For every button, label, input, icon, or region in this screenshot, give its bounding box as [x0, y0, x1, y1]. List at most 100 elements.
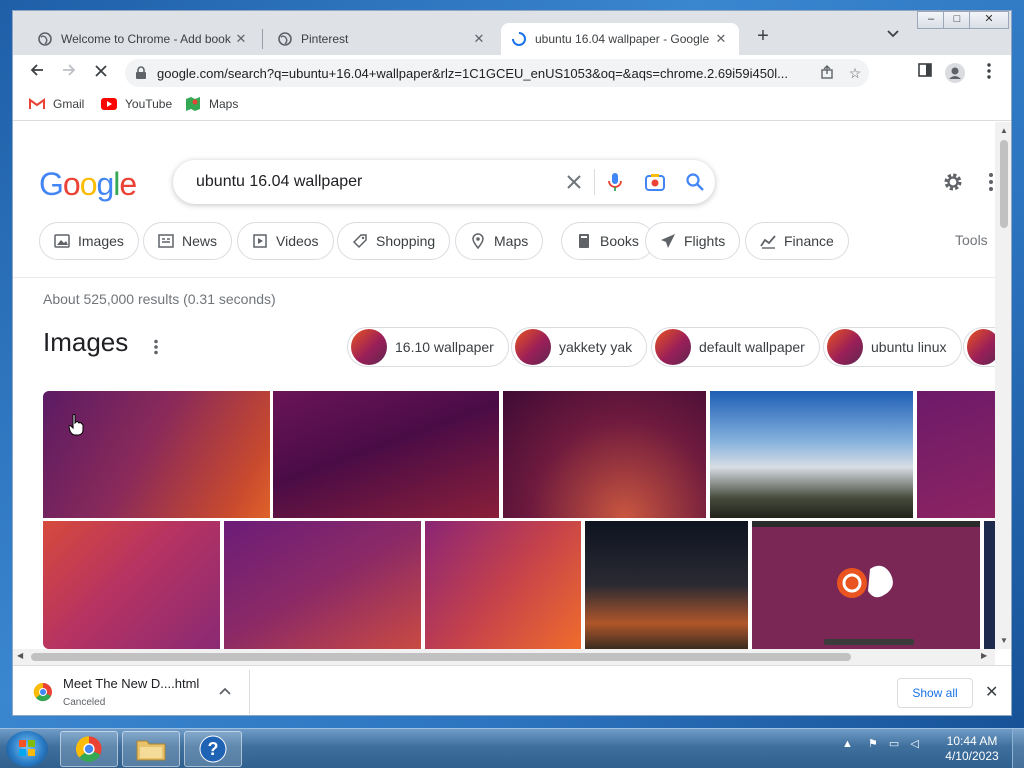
- back-button[interactable]: [25, 61, 49, 85]
- related-chip[interactable]: yakkety yak: [511, 327, 648, 367]
- show-all-button[interactable]: Show all: [897, 678, 973, 708]
- related-chip[interactable]: 16.10 wallpaper: [347, 327, 509, 367]
- profile-avatar-icon[interactable]: [945, 63, 965, 83]
- download-filename[interactable]: Meet The New D....html: [63, 676, 199, 691]
- related-chip[interactable]: [963, 327, 995, 367]
- search-input[interactable]: ubuntu 16.04 wallpaper: [196, 173, 554, 191]
- scrollbar-thumb[interactable]: [1000, 140, 1008, 228]
- start-button[interactable]: [6, 731, 48, 767]
- chip-videos[interactable]: Videos: [237, 222, 334, 260]
- related-chip[interactable]: default wallpaper: [651, 327, 820, 367]
- image-result[interactable]: [710, 391, 913, 518]
- image-result[interactable]: [43, 391, 270, 518]
- side-panel-icon[interactable]: [915, 63, 935, 83]
- taskbar-explorer[interactable]: [122, 731, 180, 767]
- image-result[interactable]: [917, 391, 995, 518]
- taskbar-help[interactable]: ?: [184, 731, 242, 767]
- google-logo[interactable]: Google: [39, 166, 137, 203]
- bookmark-star-icon[interactable]: ☆: [841, 65, 869, 82]
- loading-spinner-icon: [511, 31, 527, 47]
- chrome-menu-icon[interactable]: [979, 63, 999, 83]
- settings-gear-icon[interactable]: [941, 170, 965, 194]
- system-clock[interactable]: 10:44 AM 4/10/2023: [944, 734, 1000, 764]
- image-result[interactable]: [984, 521, 995, 649]
- image-result[interactable]: [585, 521, 748, 649]
- tab-search-icon[interactable]: [883, 27, 903, 47]
- image-result[interactable]: [43, 521, 220, 649]
- chevron-up-icon[interactable]: [219, 684, 231, 698]
- bookmark-youtube[interactable]: YouTube: [101, 97, 172, 111]
- show-desktop-button[interactable]: [1012, 729, 1024, 768]
- tab-welcome[interactable]: Welcome to Chrome - Add book ✕: [27, 23, 259, 55]
- action-center-icon[interactable]: ⚑: [868, 738, 878, 750]
- scroll-up-arrow-icon[interactable]: ▲: [995, 126, 1011, 135]
- close-download-bar-icon[interactable]: ✕: [985, 682, 998, 702]
- plane-icon: [660, 233, 676, 249]
- search-icon[interactable]: [675, 173, 715, 191]
- tab-pinterest[interactable]: Pinterest ✕: [267, 23, 497, 55]
- ubuntu-logo-icon: [752, 521, 980, 645]
- system-tray: ▲ ⚑ ▭ ◁: [842, 737, 919, 750]
- network-icon[interactable]: ▭: [889, 738, 899, 750]
- lock-icon[interactable]: [135, 66, 149, 80]
- url-text[interactable]: google.com/search?q=ubuntu+16.04+wallpap…: [157, 66, 813, 81]
- bookmark-label: YouTube: [125, 97, 173, 111]
- image-result[interactable]: [503, 391, 706, 518]
- microphone-icon[interactable]: [595, 172, 635, 192]
- camera-lens-icon[interactable]: [635, 173, 675, 191]
- image-result[interactable]: [752, 521, 980, 649]
- windows-taskbar: ? ▲ ⚑ ▭ ◁ 10:44 AM 4/10/2023: [0, 728, 1024, 768]
- download-status: Canceled: [63, 697, 106, 708]
- search-box[interactable]: ubuntu 16.04 wallpaper: [173, 160, 715, 204]
- scroll-down-arrow-icon[interactable]: ▼: [995, 636, 1011, 645]
- forward-button[interactable]: [57, 61, 81, 85]
- chip-images[interactable]: Images: [39, 222, 139, 260]
- youtube-icon: [101, 97, 117, 111]
- close-tab-icon[interactable]: ✕: [713, 31, 729, 47]
- bookmark-gmail[interactable]: Gmail: [29, 97, 84, 111]
- minimize-button[interactable]: –: [917, 11, 945, 29]
- related-thumbnail: [967, 329, 995, 365]
- close-tab-icon[interactable]: ✕: [471, 31, 487, 47]
- scroll-right-arrow-icon[interactable]: ▶: [981, 651, 987, 660]
- tab-google-search[interactable]: ubuntu 16.04 wallpaper - Google ✕: [501, 23, 739, 55]
- chip-news[interactable]: News: [143, 222, 233, 260]
- tray-chevron-icon[interactable]: ▲: [842, 738, 853, 750]
- horizontal-scrollbar[interactable]: ◀ ▶: [13, 649, 995, 665]
- bookmarks-bar: Gmail YouTube Maps: [13, 91, 1011, 121]
- tab-title: Welcome to Chrome - Add book: [61, 32, 231, 46]
- related-chip[interactable]: ubuntu linux: [823, 327, 962, 367]
- volume-icon[interactable]: ◁: [910, 738, 918, 750]
- chip-shopping[interactable]: Shopping: [337, 222, 451, 260]
- stop-loading-button[interactable]: [89, 61, 113, 85]
- folder-icon: [136, 740, 166, 761]
- chip-flights[interactable]: Flights: [645, 222, 741, 260]
- bookmark-maps[interactable]: Maps: [185, 97, 238, 111]
- images-section-title: Images: [43, 327, 129, 357]
- chip-maps[interactable]: Maps: [455, 222, 544, 260]
- address-bar[interactable]: google.com/search?q=ubuntu+16.04+wallpap…: [125, 59, 869, 87]
- close-tab-icon[interactable]: ✕: [233, 31, 249, 47]
- image-result[interactable]: [273, 391, 499, 518]
- chip-label: Finance: [784, 233, 834, 249]
- scroll-left-arrow-icon[interactable]: ◀: [17, 651, 23, 660]
- finance-icon: [760, 233, 776, 249]
- chip-finance[interactable]: Finance: [745, 222, 849, 260]
- hand-cursor-icon: [68, 414, 84, 436]
- tab-title: Pinterest: [301, 32, 349, 46]
- close-window-button[interactable]: ✕: [969, 11, 1009, 29]
- new-tab-button[interactable]: +: [751, 25, 775, 49]
- taskbar-chrome[interactable]: [60, 731, 118, 767]
- chip-label: News: [182, 233, 218, 249]
- chip-books[interactable]: Books: [561, 222, 654, 260]
- tools-button[interactable]: Tools: [955, 232, 988, 248]
- apps-menu-icon[interactable]: [988, 172, 994, 192]
- share-icon[interactable]: [813, 64, 841, 82]
- image-result[interactable]: [425, 521, 581, 649]
- clear-search-icon[interactable]: [554, 175, 594, 189]
- vertical-scrollbar[interactable]: ▲ ▼: [995, 122, 1011, 649]
- image-result[interactable]: [224, 521, 421, 649]
- more-options-icon[interactable]: [153, 339, 159, 355]
- maximize-button[interactable]: □: [943, 11, 971, 29]
- scrollbar-thumb[interactable]: [31, 653, 851, 661]
